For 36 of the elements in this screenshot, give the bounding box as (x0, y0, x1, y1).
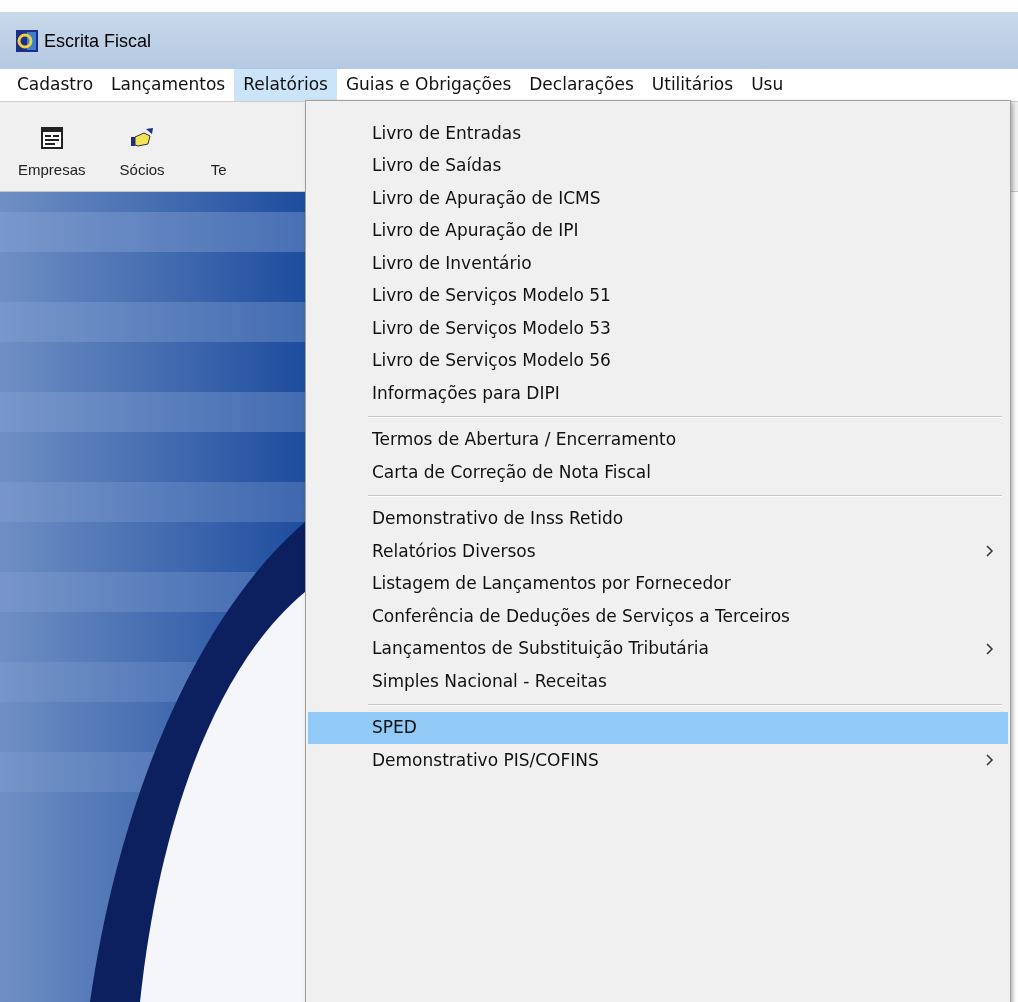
app-icon (16, 30, 38, 52)
chevron-right-icon (986, 642, 994, 655)
menu-item[interactable]: Cadastro (8, 68, 103, 101)
menu-option[interactable]: Livro de Apuração de IPI (308, 214, 1008, 247)
menu-option[interactable]: Lançamentos de Substituição Tributária (308, 632, 1008, 665)
chevron-right-icon (986, 754, 994, 767)
menu-option[interactable]: SPED (308, 711, 1008, 744)
menu-option[interactable]: Livro de Apuração de ICMS (308, 182, 1008, 215)
handshake-icon (130, 126, 155, 149)
menu-option[interactable]: Livro de Serviços Modelo 53 (308, 312, 1008, 345)
menu-item[interactable]: Usu (742, 68, 793, 101)
chevron-right-icon (986, 545, 994, 558)
toolbar-button[interactable]: Sócios (109, 126, 175, 181)
menu-option[interactable]: Listagem de Lançamentos por Fornecedor (308, 567, 1008, 600)
menu-item[interactable]: Declarações (520, 68, 643, 101)
menu-option[interactable]: Demonstrativo de Inss Retido (308, 502, 1008, 535)
menu-option[interactable]: Livro de Entradas (308, 117, 1008, 150)
form-icon (40, 126, 63, 149)
menu-option[interactable]: Demonstrativo PIS/COFINS (308, 744, 1008, 777)
menu-option[interactable]: Conferência de Deduções de Serviços a Terceiros (308, 600, 1008, 633)
menu-option[interactable]: Livro de Serviços Modelo 51 (308, 279, 1008, 312)
menu-item[interactable]: Utilitários (642, 68, 743, 101)
menu-item[interactable]: Lançamentos (102, 68, 235, 101)
menu-option[interactable]: Livro de Saídas (308, 149, 1008, 182)
menu-option[interactable]: Informações para DIPI (308, 377, 1008, 410)
menu-item[interactable]: Guias e Obrigações (336, 68, 521, 101)
menu-item[interactable]: Relatórios (234, 68, 337, 101)
menu-option[interactable]: Relatórios Diversos (308, 535, 1008, 568)
menu-option[interactable]: Livro de Inventário (308, 247, 1008, 280)
toolbar-button[interactable]: Empresas (8, 126, 96, 181)
menu-option[interactable]: Carta de Correção de Nota Fiscal (308, 456, 1008, 489)
window-title: Escrita Fiscal (44, 30, 151, 52)
menu-option[interactable]: Livro de Serviços Modelo 56 (308, 344, 1008, 377)
toolbar-button[interactable]: Te (188, 158, 249, 181)
menu-option[interactable]: Simples Nacional - Receitas (308, 665, 1008, 698)
menu-option[interactable]: Termos de Abertura / Encerramento (308, 423, 1008, 456)
